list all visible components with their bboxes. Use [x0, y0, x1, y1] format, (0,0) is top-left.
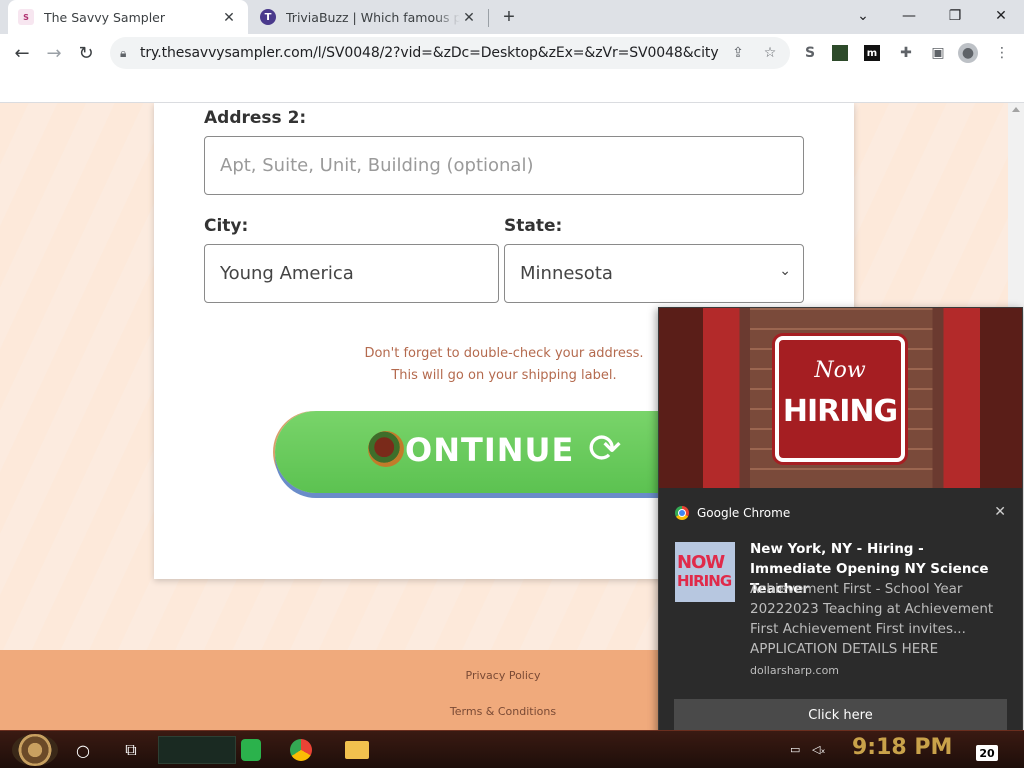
city-label: City: [204, 216, 249, 236]
privacy-policy-link[interactable]: Privacy Policy [353, 669, 653, 682]
profile-avatar-icon[interactable]: ● [958, 43, 978, 63]
taskbar-search-box[interactable] [158, 736, 236, 764]
thumb-hiring-text: HIRING [677, 572, 732, 590]
address2-input[interactable]: Apt, Suite, Unit, Building (optional) [204, 136, 804, 195]
start-button[interactable] [12, 734, 58, 766]
chrome-notification[interactable]: Now HIRING Google Chrome ✕ NOW HIRING Ne… [658, 307, 1023, 741]
triviabuzz-favicon-icon: T [260, 9, 276, 25]
s-extension-icon[interactable]: S [800, 43, 820, 63]
task-view-icon[interactable]: ⧉ [117, 736, 145, 764]
city-input[interactable]: Young America [204, 244, 499, 303]
close-tab-icon[interactable]: ✕ [220, 8, 238, 26]
tab-title: TriviaBuzz | Which famous person [286, 9, 460, 25]
address2-label: Address 2: [204, 108, 307, 128]
taskbar-clock[interactable]: 9:18 PM [852, 735, 952, 760]
side-panel-icon[interactable]: ▣ [928, 43, 948, 63]
scroll-up-arrow-icon[interactable] [1012, 107, 1020, 112]
notification-source: dollarsharp.com [750, 664, 840, 677]
tab-triviabuzz[interactable]: T TriviaBuzz | Which famous person ✕ [250, 0, 488, 34]
chrome-taskbar-icon[interactable] [290, 739, 312, 761]
tab-strip: S The Savvy Sampler ✕ T TriviaBuzz | Whi… [0, 0, 1024, 34]
browser-toolbar: ← → ↻ 🔒︎ try.thesavvysampler.com/l/SV004… [0, 34, 1024, 72]
tab-savvy-sampler[interactable]: S The Savvy Sampler ✕ [8, 0, 248, 34]
refresh-arrows-icon: ⟳ [588, 426, 622, 472]
chrome-logo-icon [675, 506, 689, 520]
savvy-sampler-favicon-icon: S [18, 9, 34, 25]
notification-body: Achievement First - School Year 20222023… [750, 581, 994, 657]
terms-conditions-link[interactable]: Terms & Conditions [353, 705, 653, 718]
back-button[interactable]: ← [8, 39, 36, 67]
forward-button[interactable]: → [40, 39, 68, 67]
notification-close-icon[interactable]: ✕ [994, 504, 1006, 520]
minimize-button[interactable]: — [886, 0, 932, 32]
close-tab-icon[interactable]: ✕ [460, 8, 478, 26]
notification-click-here-button[interactable]: Click here [674, 699, 1007, 731]
turkey-sticker-icon [368, 431, 404, 467]
hero-hiring-text: HIRING [782, 394, 898, 429]
notes-app-icon[interactable] [241, 739, 261, 761]
tab-separator [488, 9, 489, 27]
restore-button[interactable]: ❐ [932, 0, 978, 32]
taskbar: ○ ⧉ ▭ ◁ₓ 9:18 PM 20 [0, 730, 1024, 768]
state-select[interactable]: Minnesota ⌄ [504, 244, 804, 303]
hero-now-text: Now [814, 358, 866, 383]
bookmark-star-icon[interactable]: ☆ [760, 43, 780, 63]
tab-search-chevron-icon[interactable]: ⌄ [840, 0, 886, 32]
file-explorer-icon[interactable] [345, 741, 369, 759]
extensions-puzzle-icon[interactable]: ✚ [896, 43, 916, 63]
url-text[interactable]: try.thesavvysampler.com/l/SV0048/2?vid=&… [140, 45, 720, 61]
state-select-value: Minnesota [520, 263, 613, 284]
cortana-circle-icon[interactable]: ○ [69, 736, 97, 764]
notification-hero-image[interactable]: Now HIRING [659, 308, 1022, 488]
lock-icon[interactable]: 🔒︎ [120, 46, 140, 61]
notification-app-row: Google Chrome [675, 506, 790, 520]
bookmark-bar [0, 72, 1024, 103]
network-tray-icon[interactable]: ▭ [790, 743, 800, 756]
chevron-down-icon: ⌄ [779, 263, 791, 279]
image-extension-icon[interactable] [832, 45, 848, 61]
notification-thumbnail: NOW HIRING [675, 542, 735, 602]
reload-button[interactable]: ↻ [72, 39, 100, 67]
now-hiring-sign: Now HIRING [775, 336, 905, 462]
close-window-button[interactable]: ✕ [978, 0, 1024, 32]
thumb-now-text: NOW [677, 552, 725, 573]
tab-title: The Savvy Sampler [44, 9, 165, 25]
m-extension-icon[interactable]: m [864, 45, 880, 61]
address-bar[interactable]: 🔒︎ try.thesavvysampler.com/l/SV0048/2?vi… [110, 37, 790, 69]
continue-button-label: ONTINUE [405, 431, 575, 469]
chrome-menu-icon[interactable]: ⋮ [992, 43, 1012, 63]
notification-app-name: Google Chrome [697, 506, 791, 520]
volume-muted-tray-icon[interactable]: ◁ₓ [812, 743, 825, 756]
share-icon[interactable]: ⇪ [728, 43, 748, 63]
new-tab-button[interactable]: + [498, 6, 520, 28]
action-center-badge[interactable]: 20 [976, 745, 998, 761]
state-label: State: [504, 216, 563, 236]
